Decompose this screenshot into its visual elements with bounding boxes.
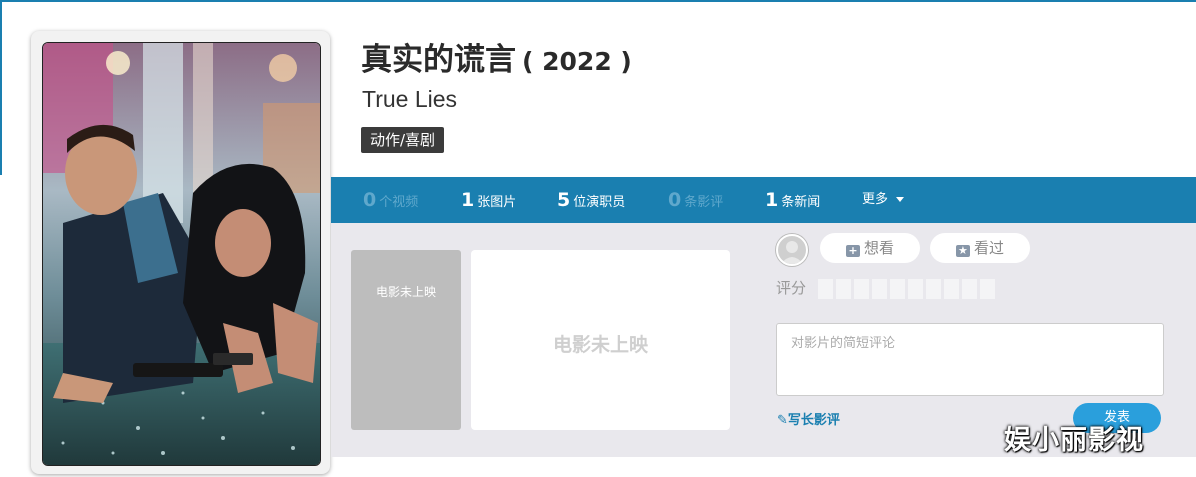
video-placeholder[interactable]: 电影未上映 [471, 250, 730, 430]
video-status-text: 电影未上映 [552, 334, 648, 356]
rating-box[interactable] [890, 279, 905, 299]
left-border [0, 0, 2, 175]
watermark-text: 娱小丽影视 [1004, 425, 1144, 456]
stat-reviews-label: 条影评 [684, 195, 724, 210]
stat-news-label: 条新闻 [781, 195, 821, 210]
write-long-label: 写长影评 [787, 413, 840, 428]
release-year: ( 2022 ) [522, 47, 632, 76]
stat-cast-label: 位演职员 [573, 195, 626, 210]
short-comment-input[interactable]: 对影片的简短评论 [776, 323, 1164, 396]
thumbnail-status-text: 电影未上映 [375, 285, 436, 299]
rating-box[interactable] [908, 279, 923, 299]
star-icon: ★ [955, 245, 970, 257]
rating-box[interactable] [962, 279, 977, 299]
more-dropdown[interactable]: 更多 [862, 177, 905, 223]
rating-box[interactable] [836, 279, 851, 299]
rating-box[interactable] [944, 279, 959, 299]
trailer-thumbnail[interactable]: 电影未上映 [351, 250, 461, 430]
stat-reviews-count: 0 [668, 189, 682, 211]
rating-label: 评分 [776, 279, 807, 297]
poster-card [31, 31, 330, 474]
stat-reviews[interactable]: 0 条影评 [668, 177, 723, 223]
stat-videos-count: 0 [363, 189, 377, 211]
pencil-icon: ✎ [777, 413, 788, 428]
movie-title: 真实的谎言( 2022 ) [361, 34, 632, 78]
title-english: True Lies [362, 86, 458, 112]
stats-bar: 0 个视频 1 张图片 5 位演职员 0 条影评 1 条新闻 更多 [331, 177, 1196, 223]
rating-box[interactable] [854, 279, 869, 299]
rating-box[interactable] [926, 279, 941, 299]
movie-poster[interactable] [42, 42, 321, 466]
plus-icon: + [845, 245, 860, 257]
stat-images-label: 张图片 [477, 195, 517, 210]
want-label: 想看 [863, 239, 894, 257]
stat-cast[interactable]: 5 位演职员 [557, 177, 625, 223]
rating-box[interactable] [818, 279, 833, 299]
rating-stars [818, 279, 998, 299]
stat-videos-label: 个视频 [379, 195, 419, 210]
rating-box[interactable] [872, 279, 887, 299]
genre-badge[interactable]: 动作/喜剧 [361, 127, 445, 153]
rating-box[interactable] [980, 279, 995, 299]
stat-news[interactable]: 1 条新闻 [765, 177, 820, 223]
top-border [0, 0, 1196, 2]
stat-videos[interactable]: 0 个视频 [363, 177, 418, 223]
seen-label: 看过 [973, 239, 1004, 257]
stat-images-count: 1 [461, 189, 475, 211]
watched-button[interactable]: ★ 看过 [930, 233, 1030, 263]
caret-down-icon [896, 197, 905, 202]
stat-images[interactable]: 1 张图片 [461, 177, 516, 223]
write-long-review-link[interactable]: ✎写长影评 [777, 409, 840, 428]
more-label: 更多 [862, 192, 889, 207]
stat-news-count: 1 [765, 189, 779, 211]
user-avatar[interactable] [776, 234, 808, 266]
want-to-watch-button[interactable]: + 想看 [820, 233, 920, 263]
stat-cast-count: 5 [557, 189, 571, 211]
title-chinese: 真实的谎言 [361, 42, 516, 78]
